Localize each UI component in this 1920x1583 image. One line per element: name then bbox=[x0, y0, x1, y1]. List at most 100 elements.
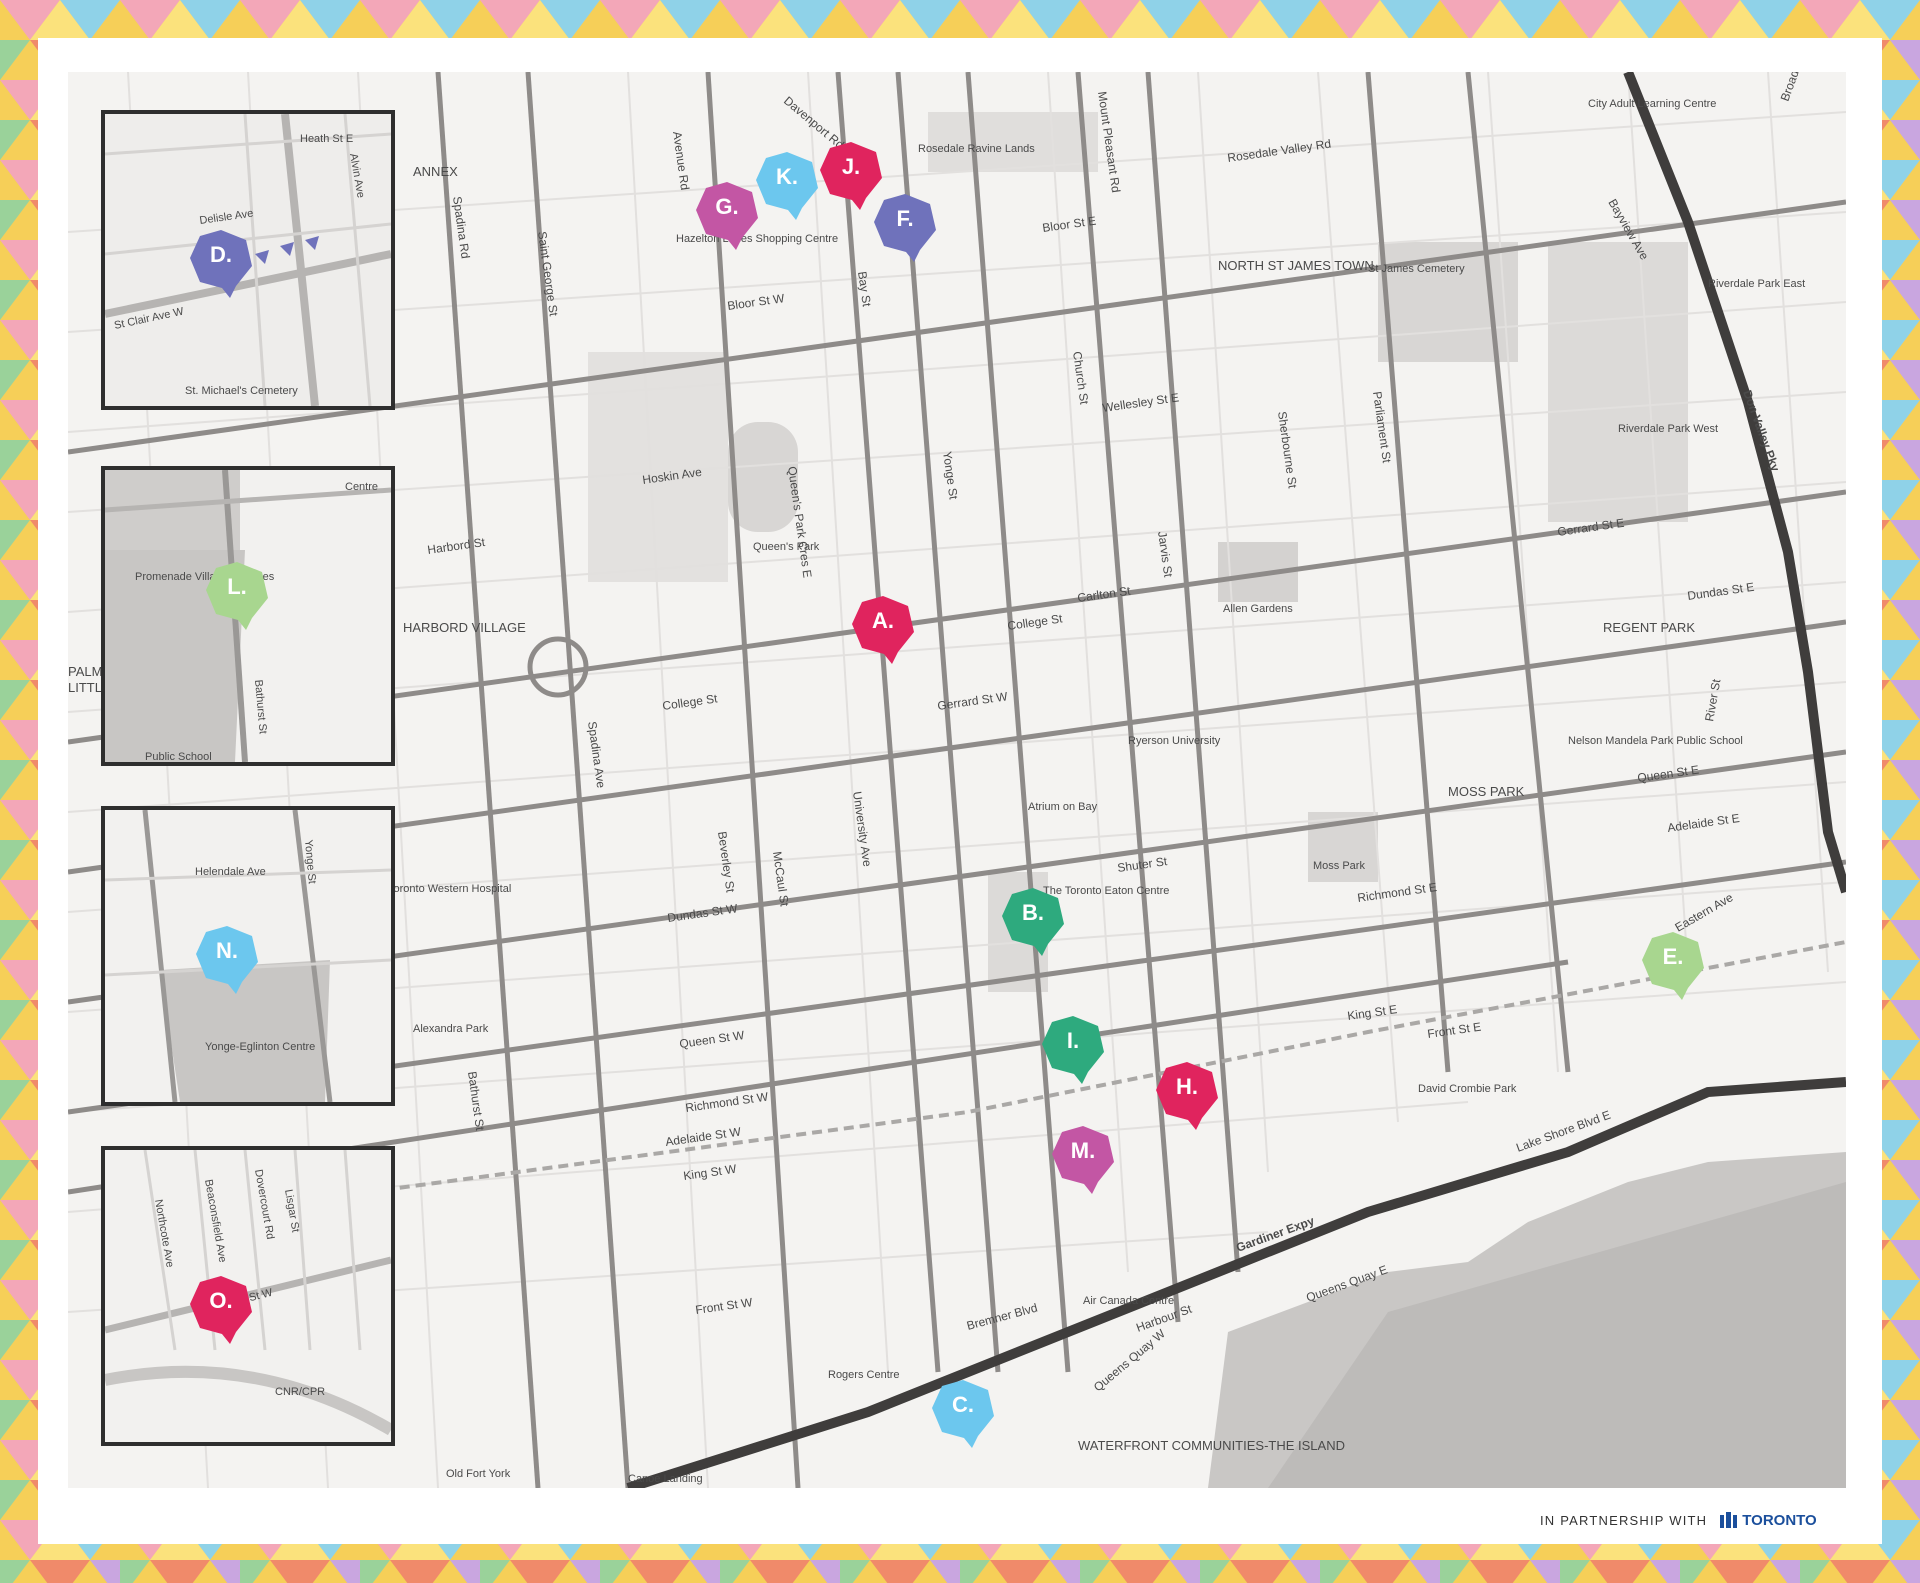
label-college-w: College St bbox=[661, 691, 718, 713]
marker-i-label: I. bbox=[1066, 1028, 1080, 1053]
inset-2-street-centre: Centre bbox=[345, 481, 378, 493]
poi-nelson-mandela: Nelson Mandela Park Public School bbox=[1568, 735, 1743, 747]
label-beverley: Beverley St bbox=[715, 830, 737, 893]
poi-david-crombie: David Crombie Park bbox=[1418, 1083, 1517, 1095]
label-front-w: Front St W bbox=[694, 1295, 753, 1317]
label-harbord-village: HARBORD VILLAGE bbox=[403, 620, 526, 635]
label-bathurst: Bathurst St bbox=[465, 1070, 487, 1131]
label-queen-e: Queen St E bbox=[1636, 762, 1699, 784]
marker-c-label: C. bbox=[952, 1392, 974, 1417]
inset-1-street-heath: Heath St E bbox=[300, 133, 353, 145]
poi-alexandra-park: Alexandra Park bbox=[413, 1023, 489, 1035]
marker-o[interactable]: O. bbox=[188, 1274, 260, 1346]
marker-b[interactable]: B. bbox=[1000, 886, 1072, 958]
label-parliament: Parliament St bbox=[1370, 390, 1394, 464]
label-richmond-e: Richmond St E bbox=[1356, 880, 1437, 905]
poi-queens-park: Queen's Park bbox=[753, 541, 820, 553]
marker-c[interactable]: C. bbox=[930, 1378, 1002, 1450]
label-carlton: Carlton St bbox=[1076, 584, 1131, 605]
marker-d[interactable]: D. bbox=[188, 228, 260, 300]
poi-rosedale-ravine: Rosedale Ravine Lands bbox=[918, 143, 1035, 155]
label-eastern: Eastern Ave bbox=[1673, 890, 1736, 935]
poi-riverdale-east: Riverdale Park East bbox=[1708, 278, 1805, 290]
marker-l-label: L. bbox=[227, 574, 247, 599]
marker-j[interactable]: J. bbox=[818, 140, 890, 212]
inset-3-poi: Yonge-Eglinton Centre bbox=[205, 1041, 315, 1053]
marker-j-label: J. bbox=[841, 154, 861, 179]
poi-canoe-landing: Canoe Landing bbox=[628, 1473, 703, 1485]
riverdale-block bbox=[1548, 242, 1688, 522]
poi-western-hospital: Toronto Western Hospital bbox=[388, 883, 511, 895]
label-dundas-e: Dundas St E bbox=[1686, 580, 1755, 603]
label-bremner: Bremner Blvd bbox=[965, 1301, 1039, 1333]
marker-b-label: B. bbox=[1022, 900, 1044, 925]
label-dundas-w: Dundas St W bbox=[666, 901, 739, 925]
marker-d-label: D. bbox=[210, 242, 232, 267]
poi-st-james-cemetery: St James Cemetery bbox=[1368, 263, 1465, 275]
label-king-w: King St W bbox=[682, 1162, 737, 1183]
poi-moss-park: Moss Park bbox=[1313, 860, 1365, 872]
inset-3-street-helendale: Helendale Ave bbox=[195, 866, 266, 878]
marker-h-label: H. bbox=[1176, 1074, 1198, 1099]
inset-4-rail: CNR/CPR bbox=[275, 1386, 325, 1398]
label-regent-park: REGENT PARK bbox=[1603, 620, 1695, 635]
poi-old-fort-york: Old Fort York bbox=[446, 1468, 511, 1480]
label-jarvis: Jarvis St bbox=[1155, 530, 1175, 578]
marker-g-label: G. bbox=[715, 194, 739, 219]
poi-riverdale-west: Riverdale Park West bbox=[1618, 423, 1718, 435]
label-palm: PALM bbox=[68, 664, 102, 679]
label-bloor-w: Bloor St W bbox=[726, 291, 785, 313]
poi-allen-gardens: Allen Gardens bbox=[1223, 603, 1293, 615]
poi-ryerson: Ryerson University bbox=[1128, 735, 1221, 747]
marker-a-label: A. bbox=[872, 608, 894, 633]
footer-text: IN PARTNERSHIP WITH bbox=[1540, 1512, 1708, 1528]
label-queen-w: Queen St W bbox=[678, 1028, 745, 1051]
label-harbord: Harbord St bbox=[426, 535, 486, 557]
marker-k[interactable]: K. bbox=[754, 150, 826, 222]
label-yonge: Yonge St bbox=[940, 450, 961, 500]
toronto-logo: TORONTO bbox=[1719, 1511, 1817, 1529]
marker-a[interactable]: A. bbox=[850, 594, 922, 666]
toronto-logo-text: TORONTO bbox=[1742, 1511, 1817, 1529]
toronto-logo-icon bbox=[1720, 1512, 1738, 1528]
label-st-george: Saint George St bbox=[535, 230, 561, 317]
marker-m[interactable]: M. bbox=[1050, 1124, 1122, 1196]
marker-m-label: M. bbox=[1070, 1138, 1096, 1163]
footer-partnership: IN PARTNERSHIP WITH TORONTO bbox=[1540, 1508, 1830, 1532]
label-spadina-ave: Spadina Ave bbox=[585, 720, 608, 789]
uoft-block bbox=[588, 352, 728, 582]
marker-e[interactable]: E. bbox=[1640, 930, 1712, 1002]
label-avenue-rd: Avenue Rd bbox=[670, 130, 692, 191]
marker-n-label: N. bbox=[216, 938, 238, 963]
label-river: River St bbox=[1702, 677, 1723, 722]
label-waterfront: WATERFRONT COMMUNITIES-THE ISLAND bbox=[1078, 1438, 1345, 1453]
inset-2-poi2: Public School bbox=[145, 751, 212, 762]
marker-l[interactable]: L. bbox=[204, 560, 276, 632]
marker-h[interactable]: H. bbox=[1154, 1060, 1226, 1132]
marker-e-label: E. bbox=[1662, 944, 1684, 969]
label-college: College St bbox=[1006, 611, 1063, 633]
marker-o-label: O. bbox=[209, 1288, 233, 1313]
label-church: Church St bbox=[1070, 350, 1091, 405]
spadina-circle bbox=[527, 636, 589, 698]
rosedale-ravine-block bbox=[928, 112, 1098, 172]
poi-air-canada: Air Canada Centre bbox=[1083, 1295, 1174, 1307]
label-lakeshore: Lake Shore Blvd E bbox=[1514, 1108, 1612, 1155]
label-annex: ANNEX bbox=[413, 164, 458, 179]
poi-city-adult-learning: City Adult Learning Centre bbox=[1588, 98, 1716, 110]
label-mount-pleasant: Mount Pleasant Rd bbox=[1095, 90, 1123, 193]
label-moss-park: MOSS PARK bbox=[1448, 784, 1525, 799]
label-wellesley: Wellesley St E bbox=[1101, 390, 1179, 415]
label-sherbourne: Sherbourne St bbox=[1275, 410, 1300, 489]
label-north-st-james-town: NORTH ST JAMES TOWN bbox=[1218, 258, 1374, 273]
poi-rogers: Rogers Centre bbox=[828, 1369, 900, 1381]
marker-i[interactable]: I. bbox=[1040, 1014, 1112, 1086]
label-queens-quay-w: Queens Quay W bbox=[1091, 1326, 1168, 1394]
label-front-e: Front St E bbox=[1426, 1020, 1481, 1041]
label-rosedale-valley: Rosedale Valley Rd bbox=[1226, 137, 1331, 165]
inset-1-poi: St. Michael's Cemetery bbox=[185, 385, 298, 397]
label-broadview: Broadview Ave bbox=[1778, 72, 1818, 103]
marker-k-label: K. bbox=[776, 164, 798, 189]
marker-n[interactable]: N. bbox=[194, 924, 266, 996]
poi-atrium: Atrium on Bay bbox=[1028, 801, 1098, 813]
